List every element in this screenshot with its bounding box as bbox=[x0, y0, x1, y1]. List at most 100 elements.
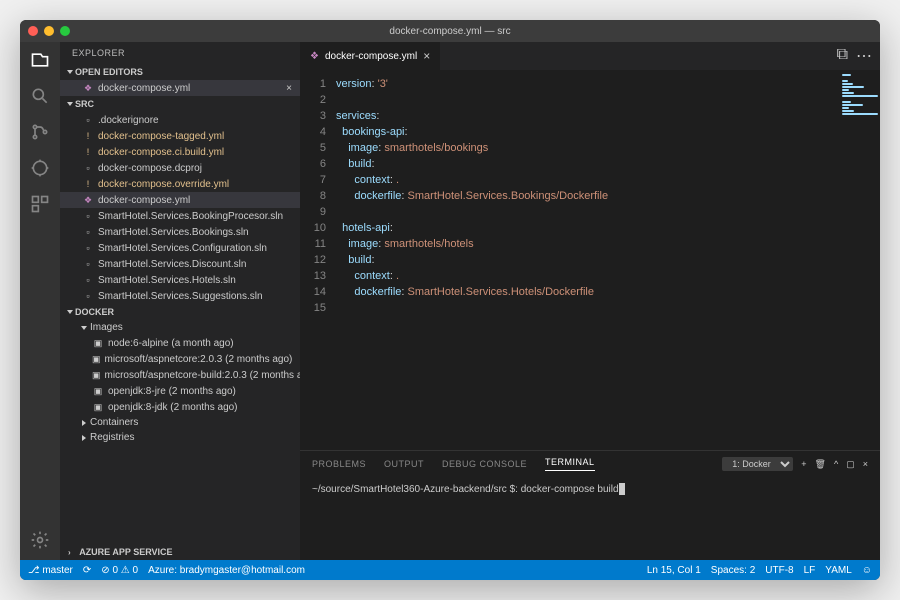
docker-image-item[interactable]: ▣openjdk:8-jre (2 months ago) bbox=[60, 383, 300, 399]
kill-terminal-icon[interactable]: 🗑 bbox=[815, 459, 826, 470]
file-icon: ▫ bbox=[82, 226, 94, 238]
file-item[interactable]: ▫SmartHotel.Services.Hotels.sln bbox=[60, 272, 300, 288]
source-control-icon[interactable] bbox=[30, 122, 50, 142]
output-tab[interactable]: OUTPUT bbox=[384, 459, 424, 469]
terminal-cursor bbox=[619, 483, 625, 495]
panel-tabs: PROBLEMS OUTPUT DEBUG CONSOLE TERMINAL 1… bbox=[300, 451, 880, 477]
file-icon: ! bbox=[82, 130, 94, 142]
traffic-lights bbox=[28, 26, 70, 36]
file-icon: ▫ bbox=[82, 210, 94, 222]
file-item[interactable]: ▫SmartHotel.Services.BookingProcesor.sln bbox=[60, 208, 300, 224]
docker-images-folder[interactable]: Images bbox=[60, 320, 300, 335]
docker-image-item[interactable]: ▣microsoft/aspnetcore-build:2.0.3 (2 mon… bbox=[60, 367, 300, 383]
file-icon: ❖ bbox=[82, 194, 94, 206]
sync-indicator[interactable]: ⟳ bbox=[83, 565, 91, 576]
problems-indicator[interactable]: ⊘ 0 ⚠ 0 bbox=[101, 565, 138, 576]
open-editors-section[interactable]: OPEN EDITORS bbox=[60, 64, 300, 80]
code-content[interactable]: version: '3' services: bookings-api: ima… bbox=[336, 70, 840, 450]
indent-setting[interactable]: Spaces: 2 bbox=[711, 565, 755, 576]
debug-console-tab[interactable]: DEBUG CONSOLE bbox=[442, 459, 527, 469]
more-actions-icon[interactable]: ⋯ bbox=[856, 46, 872, 66]
maximize-window-button[interactable] bbox=[60, 26, 70, 36]
maximize-panel-icon[interactable]: ^ bbox=[834, 459, 838, 469]
minimize-window-button[interactable] bbox=[44, 26, 54, 36]
close-editor-icon[interactable]: × bbox=[286, 83, 292, 94]
file-icon: ❖ bbox=[310, 51, 319, 62]
status-bar: ⎇ master ⟳ ⊘ 0 ⚠ 0 Azure: bradymgaster@h… bbox=[20, 560, 880, 580]
settings-icon[interactable] bbox=[30, 530, 50, 550]
explorer-icon[interactable] bbox=[30, 50, 50, 70]
terminal-prompt: ~/source/SmartHotel360-Azure-backend/src… bbox=[312, 484, 521, 495]
file-icon: ! bbox=[82, 178, 94, 190]
close-tab-button[interactable]: × bbox=[423, 49, 430, 63]
file-item[interactable]: ▫docker-compose.dcproj bbox=[60, 160, 300, 176]
file-icon: ! bbox=[82, 146, 94, 158]
file-item[interactable]: ▫SmartHotel.Services.Configuration.sln bbox=[60, 240, 300, 256]
editor-tab[interactable]: ❖ docker-compose.yml × bbox=[300, 42, 441, 70]
file-item[interactable]: !docker-compose-tagged.yml bbox=[60, 128, 300, 144]
image-icon: ▣ bbox=[92, 401, 104, 413]
file-item[interactable]: ▫SmartHotel.Services.Bookings.sln bbox=[60, 224, 300, 240]
window-body: EXPLORER OPEN EDITORS ❖docker-compose.ym… bbox=[20, 42, 880, 560]
docker-image-item[interactable]: ▣openjdk:8-jdk (2 months ago) bbox=[60, 399, 300, 415]
src-section[interactable]: SRC bbox=[60, 96, 300, 112]
docker-registries-folder[interactable]: Registries bbox=[60, 430, 300, 445]
new-terminal-icon[interactable]: + bbox=[801, 459, 806, 469]
sidebar: EXPLORER OPEN EDITORS ❖docker-compose.ym… bbox=[60, 42, 300, 560]
image-icon: ▣ bbox=[92, 369, 101, 381]
image-icon: ▣ bbox=[92, 385, 104, 397]
editor-area: ❖ docker-compose.yml × ⧉ ⋯ 1234567891011… bbox=[300, 42, 880, 560]
eol[interactable]: LF bbox=[804, 565, 816, 576]
file-item[interactable]: ▫SmartHotel.Services.Discount.sln bbox=[60, 256, 300, 272]
extensions-icon[interactable] bbox=[30, 194, 50, 214]
docker-image-item[interactable]: ▣node:6-alpine (a month ago) bbox=[60, 335, 300, 351]
file-item[interactable]: ▫.dockerignore bbox=[60, 112, 300, 128]
file-icon: ▫ bbox=[82, 290, 94, 302]
split-terminal-icon[interactable]: ▢ bbox=[846, 459, 855, 470]
file-icon: ▫ bbox=[82, 258, 94, 270]
terminal-content[interactable]: ~/source/SmartHotel360-Azure-backend/src… bbox=[300, 477, 880, 560]
file-icon: ❖ bbox=[82, 82, 94, 94]
search-icon[interactable] bbox=[30, 86, 50, 106]
feedback-icon[interactable]: ☺ bbox=[862, 565, 872, 576]
file-item[interactable]: ▫SmartHotel.Services.Suggestions.sln bbox=[60, 288, 300, 304]
encoding[interactable]: UTF-8 bbox=[765, 565, 793, 576]
tab-actions: ⧉ ⋯ bbox=[837, 46, 880, 66]
file-icon: ▫ bbox=[82, 162, 94, 174]
image-icon: ▣ bbox=[92, 337, 104, 349]
terminal-command: docker-compose build bbox=[521, 484, 619, 495]
terminal-tab[interactable]: TERMINAL bbox=[545, 457, 595, 471]
editor-tabs: ❖ docker-compose.yml × ⧉ ⋯ bbox=[300, 42, 880, 70]
file-item[interactable]: !docker-compose.ci.build.yml bbox=[60, 144, 300, 160]
open-editor-item[interactable]: ❖docker-compose.yml × bbox=[60, 80, 300, 96]
code-editor[interactable]: 123456789101112131415 version: '3' servi… bbox=[300, 70, 880, 450]
bottom-panel: PROBLEMS OUTPUT DEBUG CONSOLE TERMINAL 1… bbox=[300, 450, 880, 560]
file-icon: ▫ bbox=[82, 242, 94, 254]
branch-indicator[interactable]: ⎇ master bbox=[28, 565, 73, 576]
line-numbers: 123456789101112131415 bbox=[300, 70, 336, 450]
docker-containers-folder[interactable]: Containers bbox=[60, 415, 300, 430]
file-item[interactable]: !docker-compose.override.yml bbox=[60, 176, 300, 192]
file-item[interactable]: ❖docker-compose.yml bbox=[60, 192, 300, 208]
terminal-select[interactable]: 1: Docker bbox=[722, 457, 793, 471]
problems-tab[interactable]: PROBLEMS bbox=[312, 459, 366, 469]
file-icon: ▫ bbox=[82, 114, 94, 126]
activity-bar bbox=[20, 42, 60, 560]
cursor-position[interactable]: Ln 15, Col 1 bbox=[647, 565, 701, 576]
app-window: docker-compose.yml — src EXPLORER OPEN E… bbox=[20, 20, 880, 580]
azure-account[interactable]: Azure: bradymgaster@hotmail.com bbox=[148, 565, 305, 576]
language-mode[interactable]: YAML bbox=[825, 565, 852, 576]
window-title: docker-compose.yml — src bbox=[389, 26, 510, 37]
debug-icon[interactable] bbox=[30, 158, 50, 178]
docker-section[interactable]: DOCKER bbox=[60, 304, 300, 320]
close-panel-icon[interactable]: × bbox=[863, 459, 868, 469]
image-icon: ▣ bbox=[92, 353, 101, 365]
sidebar-title: EXPLORER bbox=[60, 42, 300, 64]
minimap[interactable] bbox=[840, 70, 880, 450]
azure-section[interactable]: › AZURE APP SERVICE bbox=[60, 544, 300, 560]
split-editor-icon[interactable]: ⧉ bbox=[837, 46, 848, 66]
close-window-button[interactable] bbox=[28, 26, 38, 36]
tab-label: docker-compose.yml bbox=[325, 51, 417, 62]
docker-image-item[interactable]: ▣microsoft/aspnetcore:2.0.3 (2 months ag… bbox=[60, 351, 300, 367]
file-icon: ▫ bbox=[82, 274, 94, 286]
